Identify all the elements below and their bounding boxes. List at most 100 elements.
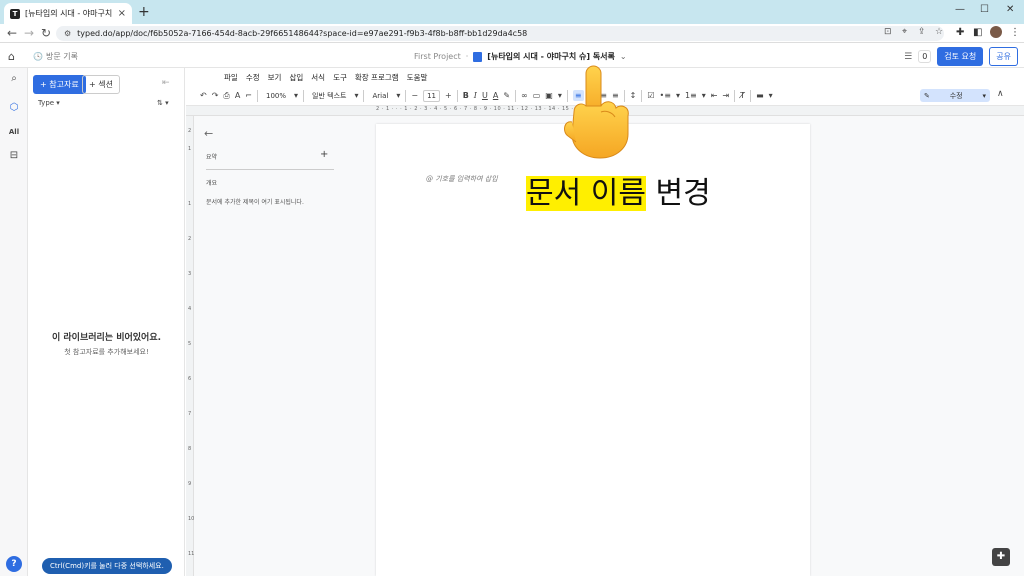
checklist-icon[interactable]: ☑ xyxy=(647,91,654,100)
menu-insert[interactable]: 삽입 xyxy=(289,72,303,83)
ruler-tick: 8 xyxy=(188,446,192,452)
outdent-icon[interactable]: ⇤ xyxy=(711,91,718,100)
outline-summary-label: 요약 xyxy=(206,154,218,161)
menu-file[interactable]: 파일 xyxy=(224,72,238,83)
library-cube-icon[interactable]: ⬡ xyxy=(6,100,22,116)
chevron-down-icon[interactable]: ⌄ xyxy=(620,52,627,61)
close-tab-icon[interactable]: × xyxy=(118,8,126,19)
menu-tools[interactable]: 도구 xyxy=(333,72,347,83)
close-window-icon[interactable]: ✕ xyxy=(1006,4,1014,15)
collapse-panel-icon[interactable]: ⇤ xyxy=(162,78,170,88)
redo-icon[interactable]: ↷ xyxy=(212,91,219,100)
underline-icon[interactable]: U xyxy=(482,91,488,100)
toolbar-divider xyxy=(750,89,752,102)
review-request-button[interactable]: 검토 요청 xyxy=(937,47,984,66)
menu-help[interactable]: 도움말 xyxy=(407,72,428,83)
profile-avatar[interactable] xyxy=(990,26,1002,38)
paint-format-icon[interactable]: ⌐ xyxy=(245,91,252,100)
bullet-list-icon[interactable]: •≡ xyxy=(660,91,671,100)
app-header: ⌂ 🕓 방문 기록 First Project · [뉴타입의 시대 - 야마구… xyxy=(0,43,1024,68)
undo-icon[interactable]: ↶ xyxy=(200,91,207,100)
toolbar-divider xyxy=(363,89,365,102)
add-reference-button[interactable]: + 참고자료 xyxy=(33,75,86,94)
new-tab-button[interactable]: + xyxy=(138,5,150,19)
editing-mode-select[interactable]: ✎ 수정 ▾ xyxy=(920,89,990,102)
reload-icon[interactable]: ↻ xyxy=(41,26,51,40)
search-icon[interactable]: ⌕ xyxy=(6,71,22,87)
numbered-list-icon[interactable]: 1≡ xyxy=(685,91,697,100)
list-icon[interactable]: ☰ xyxy=(904,52,912,62)
clear-format-icon[interactable]: T̸ xyxy=(740,91,745,100)
library-panel: + 참고자료 + 섹션 ⇤ Type ▾ ⇅ ▾ 이 라이브러리는 비어있어요.… xyxy=(28,68,185,576)
url-input[interactable]: ⚙ typed.do/app/doc/f6b5052a-7166-454d-8a… xyxy=(56,26,944,41)
maximize-icon[interactable]: ☐ xyxy=(980,4,989,15)
help-button[interactable]: ? xyxy=(6,556,22,572)
font-size-input[interactable]: 11 xyxy=(423,89,440,102)
translate-icon[interactable]: ⌖ xyxy=(902,27,907,37)
forward-icon[interactable]: → xyxy=(24,26,34,40)
menu-edit[interactable]: 수정 xyxy=(246,72,260,83)
font-chevron-icon[interactable]: ▾ xyxy=(396,91,400,100)
menu-format[interactable]: 서식 xyxy=(311,72,325,83)
highlight-icon[interactable]: ✎ xyxy=(503,91,510,100)
zoom-select[interactable]: 100% xyxy=(263,91,289,101)
text-color-icon[interactable]: A xyxy=(493,91,498,100)
type-filter-dropdown[interactable]: Type ▾ xyxy=(38,99,60,107)
home-icon[interactable]: ⌂ xyxy=(8,50,15,63)
outline-overview-label: 개요 xyxy=(206,180,218,187)
zoom-chevron-icon[interactable]: ▾ xyxy=(294,91,298,100)
outline-back-icon[interactable]: ← xyxy=(204,127,213,140)
side-panel-icon[interactable]: ◧ xyxy=(973,27,982,38)
bookmark-star-icon[interactable]: ☆ xyxy=(935,27,943,37)
tune-icon[interactable]: ⚙ xyxy=(64,29,71,38)
project-link[interactable]: First Project xyxy=(414,52,461,61)
link-icon[interactable]: ∞ xyxy=(521,91,528,100)
mode-chevron-icon: ▾ xyxy=(982,91,986,100)
italic-icon[interactable]: I xyxy=(474,91,477,100)
editing-mode-label: 수정 xyxy=(949,91,963,100)
decrease-font-icon[interactable]: − xyxy=(411,91,418,100)
toolbar-divider xyxy=(405,89,407,102)
share-page-icon[interactable]: ⇪ xyxy=(918,27,926,37)
ruler-tick: 6 xyxy=(188,376,192,382)
add-section-button[interactable]: + 섹션 xyxy=(82,75,120,94)
font-select[interactable]: Arial xyxy=(369,91,391,101)
visit-history-button[interactable]: 🕓 방문 기록 xyxy=(33,51,78,62)
document-title[interactable]: [뉴타입의 시대 - 야마구치 슈] 독서록 xyxy=(487,51,615,62)
print-icon[interactable]: ⎙ xyxy=(223,91,229,101)
ruler-tick: 2 xyxy=(188,236,192,242)
back-icon[interactable]: ← xyxy=(7,26,17,40)
spellcheck-icon[interactable]: A xyxy=(235,91,240,100)
share-button[interactable]: 공유 xyxy=(989,47,1018,66)
all-items-tab[interactable]: All xyxy=(6,124,22,140)
minimize-icon[interactable]: — xyxy=(955,4,965,15)
style-chevron-icon[interactable]: ▾ xyxy=(354,91,358,100)
vertical-ruler[interactable]: 2 1 1 2 3 4 5 6 7 8 9 10 11 xyxy=(186,116,194,576)
breadcrumb: First Project · [뉴타입의 시대 - 야마구치 슈] 독서록 ⌄ xyxy=(414,51,627,62)
image-icon[interactable]: ▣ xyxy=(545,91,553,100)
comment-icon[interactable]: ▭ xyxy=(533,91,541,100)
add-summary-icon[interactable]: + xyxy=(320,149,328,160)
bold-icon[interactable]: B xyxy=(463,91,469,100)
install-app-icon[interactable]: ⊡ xyxy=(884,27,892,37)
comment-count-badge[interactable]: 0 xyxy=(918,50,932,63)
menu-view[interactable]: 보기 xyxy=(268,72,282,83)
browser-tab[interactable]: T [뉴타입의 시대 - 야마구치 슈] 독서록 × xyxy=(4,3,132,24)
keyboard-icon[interactable]: ▬ xyxy=(756,91,764,100)
numbered-chevron-icon[interactable]: ▾ xyxy=(702,91,706,100)
bullet-chevron-icon[interactable]: ▾ xyxy=(676,91,680,100)
sort-dropdown[interactable]: ⇅ ▾ xyxy=(157,99,169,107)
keyboard-chevron-icon[interactable]: ▾ xyxy=(769,91,773,100)
extensions-icon[interactable]: ✚ xyxy=(956,27,964,38)
style-select[interactable]: 일반 텍스트 xyxy=(309,90,349,102)
sticky-note-button[interactable]: ✚ xyxy=(992,548,1010,566)
menu-extensions[interactable]: 확장 프로그램 xyxy=(355,72,399,83)
insert-placeholder[interactable]: @ 기호를 입력하여 삽입 xyxy=(426,174,498,184)
toolbar-divider xyxy=(303,89,305,102)
inbox-icon[interactable]: ⊟ xyxy=(6,148,22,164)
browser-menu-icon[interactable]: ⋮ xyxy=(1010,27,1020,38)
toolbar-divider xyxy=(734,89,736,102)
collapse-toolbar-icon[interactable]: ∧ xyxy=(997,89,1004,99)
indent-icon[interactable]: ⇥ xyxy=(722,91,729,100)
increase-font-icon[interactable]: + xyxy=(445,91,452,100)
